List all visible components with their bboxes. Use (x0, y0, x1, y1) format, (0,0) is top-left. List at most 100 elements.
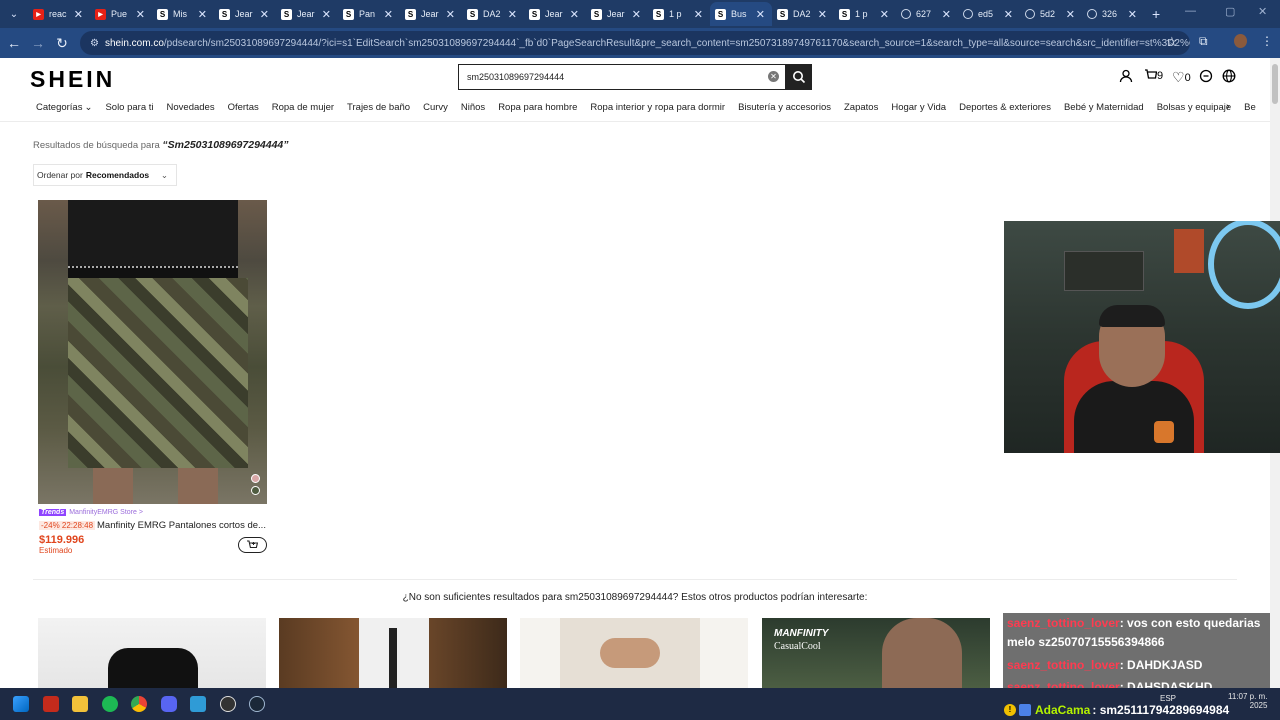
search-input[interactable]: sm25031089697294444 (458, 64, 786, 90)
close-tab-icon[interactable]: ✕ (1066, 8, 1075, 21)
browser-tab[interactable]: S Pan ✕ (338, 2, 400, 26)
close-tab-icon[interactable]: ✕ (446, 8, 455, 21)
browser-tab[interactable]: S 1 p ✕ (648, 2, 710, 26)
address-bar[interactable]: ⚙ shein.com.co/pdsearch/sm25031089697294… (80, 31, 1190, 55)
category-link[interactable]: Ropa de mujer (272, 102, 334, 116)
browser-tab[interactable]: S Bus ✕ (710, 2, 772, 26)
close-tab-icon[interactable]: ✕ (570, 8, 579, 21)
clear-search-icon[interactable]: ✕ (768, 71, 779, 82)
category-link[interactable]: Be (1244, 102, 1256, 116)
browser-tab[interactable]: ▶ Pue ✕ (90, 2, 152, 26)
tab-search-button[interactable]: ⌄ (3, 3, 25, 25)
category-link[interactable]: Ropa para hombre (498, 102, 577, 116)
category-link[interactable]: Categorías (36, 102, 82, 116)
browser-tab[interactable]: 627 ✕ (896, 2, 958, 26)
windows-start-icon[interactable] (13, 696, 29, 712)
color-swatch[interactable] (251, 486, 260, 495)
product-image[interactable] (38, 200, 267, 504)
notepad-icon[interactable] (190, 696, 206, 712)
category-link[interactable]: Bebé y Maternidad (1064, 102, 1144, 116)
minimize-icon[interactable]: — (1185, 5, 1196, 17)
browser-tab[interactable]: S 1 p ✕ (834, 2, 896, 26)
close-tab-icon[interactable]: ✕ (942, 8, 951, 21)
back-icon[interactable]: ← (2, 35, 26, 51)
search-button[interactable] (786, 64, 812, 90)
browser-tab[interactable]: S DA2 ✕ (462, 2, 524, 26)
browser-tab[interactable]: ed5 ✕ (958, 2, 1020, 26)
forward-icon[interactable]: → (26, 35, 50, 51)
sort-dropdown[interactable]: Ordenar por Recomendados ⌄ (33, 164, 177, 186)
browser-menu-icon[interactable]: ⋮ (1261, 34, 1273, 48)
support-icon[interactable] (1199, 69, 1213, 83)
close-tab-icon[interactable]: ✕ (818, 8, 827, 21)
browser-tab[interactable]: 5d2 ✕ (1020, 2, 1082, 26)
category-link[interactable]: Curvy (423, 102, 448, 116)
reload-icon[interactable]: ↻ (50, 35, 74, 52)
category-link[interactable]: Deportes & exteriores (959, 102, 1051, 116)
browser-tab[interactable]: S Jear ✕ (524, 2, 586, 26)
obs-icon[interactable] (220, 696, 236, 712)
site-info-icon[interactable]: ⚙ (90, 38, 99, 49)
close-tab-icon[interactable]: ✕ (632, 8, 641, 21)
close-tab-icon[interactable]: ✕ (1004, 8, 1013, 21)
browser-tab[interactable]: S Mis ✕ (152, 2, 214, 26)
scrollbar-thumb[interactable] (1272, 64, 1278, 104)
store-link[interactable]: ManfinityEMRG Store > (69, 509, 143, 516)
product-name[interactable]: Manfinity EMRG Pantalones cortos de... (97, 520, 266, 531)
color-swatch[interactable] (251, 474, 260, 483)
close-tab-icon[interactable]: ✕ (74, 8, 83, 21)
category-link[interactable]: Bisutería y accesorios (738, 102, 831, 116)
suggested-product-image[interactable] (279, 618, 507, 688)
category-link[interactable]: Niños (461, 102, 485, 116)
maximize-icon[interactable]: ▢ (1225, 5, 1235, 18)
suggested-product-image[interactable] (520, 618, 748, 688)
chrome-icon[interactable] (131, 696, 147, 712)
category-next-icon[interactable]: › (1226, 101, 1230, 113)
browser-tab[interactable]: S Jear ✕ (214, 2, 276, 26)
close-tab-icon[interactable]: ✕ (384, 8, 393, 21)
category-link[interactable]: Zapatos (844, 102, 878, 116)
steam-icon[interactable] (249, 696, 265, 712)
category-link[interactable]: Trajes de baño (347, 102, 410, 116)
new-tab-button[interactable]: + (1152, 6, 1160, 22)
category-link[interactable]: Solo para ti (105, 102, 153, 116)
browser-tab[interactable]: S Jear ✕ (400, 2, 462, 26)
product-photo-belt (68, 266, 238, 278)
browser-tab[interactable]: S Jear ✕ (276, 2, 338, 26)
close-tab-icon[interactable]: ✕ (198, 8, 207, 21)
browser-tab[interactable]: S Jear ✕ (586, 2, 648, 26)
category-link[interactable]: Novedades (167, 102, 215, 116)
cart-icon[interactable]: 9 (1144, 69, 1163, 82)
category-link[interactable]: Bolsas y equipaje (1157, 102, 1231, 116)
file-explorer-icon[interactable] (72, 696, 88, 712)
close-tab-icon[interactable]: ✕ (756, 8, 765, 21)
category-link[interactable]: Ofertas (228, 102, 259, 116)
globe-language-icon[interactable] (1222, 69, 1236, 83)
browser-tab[interactable]: 326 ✕ (1082, 2, 1144, 26)
suggested-product-image[interactable]: MANFINITY CasualCool (762, 618, 990, 688)
profile-avatar[interactable] (1234, 34, 1247, 48)
close-tab-icon[interactable]: ✕ (136, 8, 145, 21)
bookmark-star-icon[interactable]: ☆ (1166, 34, 1178, 50)
media-app-icon[interactable] (43, 696, 59, 712)
close-tab-icon[interactable]: ✕ (1128, 8, 1137, 21)
badge-icon (1019, 704, 1031, 716)
browser-tab[interactable]: ▶ reac ✕ (28, 2, 90, 26)
suggested-product-image[interactable] (38, 618, 266, 688)
close-window-icon[interactable]: ✕ (1258, 5, 1267, 18)
shein-logo[interactable]: SHEIN (30, 66, 115, 93)
category-link[interactable]: Hogar y Vida (891, 102, 946, 116)
close-tab-icon[interactable]: ✕ (322, 8, 331, 21)
browser-tab[interactable]: S DA2 ✕ (772, 2, 834, 26)
close-tab-icon[interactable]: ✕ (880, 8, 889, 21)
close-tab-icon[interactable]: ✕ (508, 8, 517, 21)
category-link[interactable]: Ropa interior y ropa para dormir (590, 102, 725, 116)
close-tab-icon[interactable]: ✕ (694, 8, 703, 21)
spotify-icon[interactable] (102, 696, 118, 712)
add-to-cart-button[interactable] (238, 537, 267, 553)
account-icon[interactable] (1119, 69, 1133, 83)
extensions-icon[interactable]: ⧉ (1199, 34, 1208, 49)
discord-icon[interactable] (161, 696, 177, 712)
wishlist-icon[interactable]: ♡ 0 (1172, 69, 1191, 86)
close-tab-icon[interactable]: ✕ (260, 8, 269, 21)
